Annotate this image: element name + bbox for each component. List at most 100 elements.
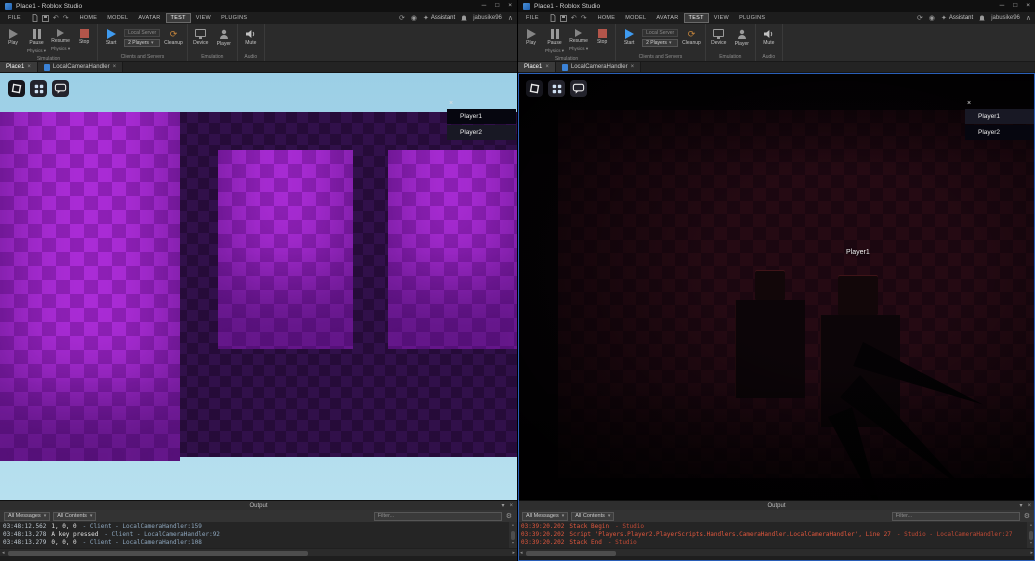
horizontal-scrollbar[interactable]: ◂ ▸ bbox=[518, 548, 1035, 556]
log-line[interactable]: 03:48:13.2790, 0, 0- Client - LocalCamer… bbox=[3, 539, 507, 547]
viewport-3d[interactable]: × Player1 Player2 bbox=[0, 73, 517, 500]
player-row-player2[interactable]: Player2 bbox=[965, 125, 1034, 140]
tab-plugins[interactable]: PLUGINS bbox=[735, 14, 769, 22]
log-line[interactable]: 03:48:12.5621, 0, 0- Client - LocalCamer… bbox=[3, 523, 507, 531]
device-button[interactable]: Device bbox=[709, 28, 729, 48]
chevron-down-icon[interactable]: ▾ bbox=[1019, 503, 1022, 509]
scroll-thumb[interactable] bbox=[526, 551, 616, 556]
pause-button[interactable]: Pause Physics ▾ bbox=[544, 28, 565, 54]
tab-place1[interactable]: Place1 × bbox=[518, 62, 556, 72]
tab-close-icon[interactable]: × bbox=[631, 64, 635, 70]
assistant-button[interactable]: ✦ Assistant bbox=[941, 15, 973, 22]
record-icon[interactable]: ◉ bbox=[929, 15, 935, 22]
scroll-down-arrow-icon[interactable]: ▾ bbox=[1030, 540, 1033, 548]
close-icon[interactable]: × bbox=[1027, 503, 1031, 509]
redo-icon[interactable]: ↷ bbox=[581, 15, 587, 22]
all-contents-dropdown[interactable]: All Contents ▾ bbox=[571, 512, 614, 521]
all-messages-dropdown[interactable]: All Messages ▾ bbox=[522, 512, 568, 521]
all-contents-dropdown[interactable]: All Contents ▾ bbox=[53, 512, 96, 521]
record-icon[interactable]: ◉ bbox=[411, 15, 417, 22]
tab-home[interactable]: HOME bbox=[594, 14, 620, 22]
tab-home[interactable]: HOME bbox=[76, 14, 102, 22]
resume-button[interactable]: Resume Physics ▾ bbox=[50, 28, 71, 52]
device-button[interactable]: Device bbox=[191, 28, 211, 48]
player-list-close-button[interactable]: × bbox=[449, 100, 457, 108]
minimize-button[interactable]: ─ bbox=[1000, 3, 1005, 10]
open-file-icon[interactable] bbox=[550, 14, 556, 22]
player-emulation-button[interactable]: Player bbox=[214, 28, 234, 49]
menu-file[interactable]: FILE bbox=[4, 14, 25, 22]
scroll-down-arrow-icon[interactable]: ▾ bbox=[512, 540, 515, 548]
redo-icon[interactable]: ↷ bbox=[63, 15, 69, 22]
server-type-dropdown[interactable]: Local Server bbox=[124, 29, 160, 37]
start-button[interactable]: Start bbox=[101, 28, 121, 48]
output-settings-gear-icon[interactable]: ⚙ bbox=[505, 513, 513, 520]
output-log-area[interactable]: 03:48:12.5621, 0, 0- Client - LocalCamer… bbox=[0, 522, 517, 548]
output-header[interactable]: Output ▾ × bbox=[518, 501, 1035, 510]
tab-close-icon[interactable]: × bbox=[27, 64, 31, 70]
player-emulation-button[interactable]: Player bbox=[732, 28, 752, 49]
titlebar[interactable]: Place1 - Roblox Studio ─ □ × bbox=[0, 0, 517, 12]
tab-localcamerahandler[interactable]: LocalCameraHandler × bbox=[38, 62, 123, 72]
play-button[interactable]: Play bbox=[3, 28, 23, 48]
tab-localcamerahandler[interactable]: LocalCameraHandler × bbox=[556, 62, 641, 72]
account-name[interactable]: jabusike96 bbox=[991, 15, 1020, 21]
log-line[interactable]: 03:39:20.202Stack End- Studio bbox=[521, 539, 1025, 547]
tab-model[interactable]: MODEL bbox=[621, 14, 650, 22]
close-button[interactable]: × bbox=[1026, 3, 1030, 10]
game-menu-button[interactable] bbox=[8, 80, 25, 97]
apps-button[interactable] bbox=[30, 80, 47, 97]
output-settings-gear-icon[interactable]: ⚙ bbox=[1023, 513, 1031, 520]
server-type-dropdown[interactable]: Local Server bbox=[642, 29, 678, 37]
cleanup-button[interactable]: ⟳ Cleanup bbox=[163, 28, 184, 48]
vertical-scrollbar[interactable]: ▴ ▾ bbox=[509, 522, 517, 548]
pause-physics-dropdown[interactable]: Physics ▾ bbox=[545, 49, 564, 54]
account-name[interactable]: jabusike96 bbox=[473, 15, 502, 21]
mute-button[interactable]: Mute bbox=[759, 28, 779, 48]
undo-icon[interactable]: ↶ bbox=[571, 15, 577, 22]
player-row-player2[interactable]: Player2 bbox=[447, 125, 516, 140]
log-line[interactable]: 03:39:20.202Stack Begin- Studio bbox=[521, 523, 1025, 531]
scroll-thumb[interactable] bbox=[511, 531, 515, 540]
tab-close-icon[interactable]: × bbox=[545, 64, 549, 70]
output-filter-input[interactable] bbox=[374, 512, 502, 521]
scroll-right-arrow-icon[interactable]: ▸ bbox=[512, 550, 515, 556]
scroll-thumb[interactable] bbox=[1029, 531, 1033, 540]
horizontal-scrollbar[interactable]: ◂ ▸ bbox=[0, 548, 517, 556]
resume-button[interactable]: Resume Physics ▾ bbox=[568, 28, 589, 52]
chat-button[interactable] bbox=[52, 80, 69, 97]
undo-icon[interactable]: ↶ bbox=[53, 15, 59, 22]
all-messages-dropdown[interactable]: All Messages ▾ bbox=[4, 512, 50, 521]
play-button[interactable]: Play bbox=[521, 28, 541, 48]
log-line[interactable]: 03:39:20.202Script 'Players.Player2.Play… bbox=[521, 531, 1025, 539]
scroll-left-arrow-icon[interactable]: ◂ bbox=[2, 550, 5, 556]
scroll-up-arrow-icon[interactable]: ▴ bbox=[1030, 522, 1033, 530]
scroll-thumb[interactable] bbox=[8, 551, 308, 556]
stop-button[interactable]: Stop bbox=[74, 28, 94, 47]
scroll-left-arrow-icon[interactable]: ◂ bbox=[520, 550, 523, 556]
save-icon[interactable] bbox=[42, 15, 49, 22]
player-list-close-button[interactable]: × bbox=[967, 100, 975, 108]
mute-button[interactable]: Mute bbox=[241, 28, 261, 48]
players-count-dropdown[interactable]: 2 Players ▾ bbox=[124, 39, 160, 47]
history-icon[interactable]: ⟳ bbox=[917, 15, 923, 22]
resume-physics-dropdown[interactable]: Physics ▾ bbox=[569, 47, 588, 52]
start-button[interactable]: Start bbox=[619, 28, 639, 48]
save-icon[interactable] bbox=[560, 15, 567, 22]
chat-button[interactable] bbox=[570, 80, 587, 97]
maximize-button[interactable]: □ bbox=[495, 3, 499, 10]
tab-close-icon[interactable]: × bbox=[113, 64, 117, 70]
tab-view[interactable]: VIEW bbox=[192, 14, 215, 22]
players-count-dropdown[interactable]: 2 Players ▾ bbox=[642, 39, 678, 47]
apps-button[interactable] bbox=[548, 80, 565, 97]
resume-physics-dropdown[interactable]: Physics ▾ bbox=[51, 47, 70, 52]
tab-avatar[interactable]: AVATAR bbox=[652, 14, 682, 22]
vertical-scrollbar[interactable]: ▴ ▾ bbox=[1027, 522, 1035, 548]
assistant-button[interactable]: ✦ Assistant bbox=[423, 15, 455, 22]
titlebar[interactable]: Place1 - Roblox Studio ─ □ × bbox=[518, 0, 1035, 12]
output-filter-input[interactable] bbox=[892, 512, 1020, 521]
notifications-bell-icon[interactable] bbox=[461, 15, 467, 22]
tab-model[interactable]: MODEL bbox=[103, 14, 132, 22]
viewport-3d[interactable]: Player1 × Player1 Player2 bbox=[518, 73, 1035, 500]
close-icon[interactable]: × bbox=[509, 503, 513, 509]
